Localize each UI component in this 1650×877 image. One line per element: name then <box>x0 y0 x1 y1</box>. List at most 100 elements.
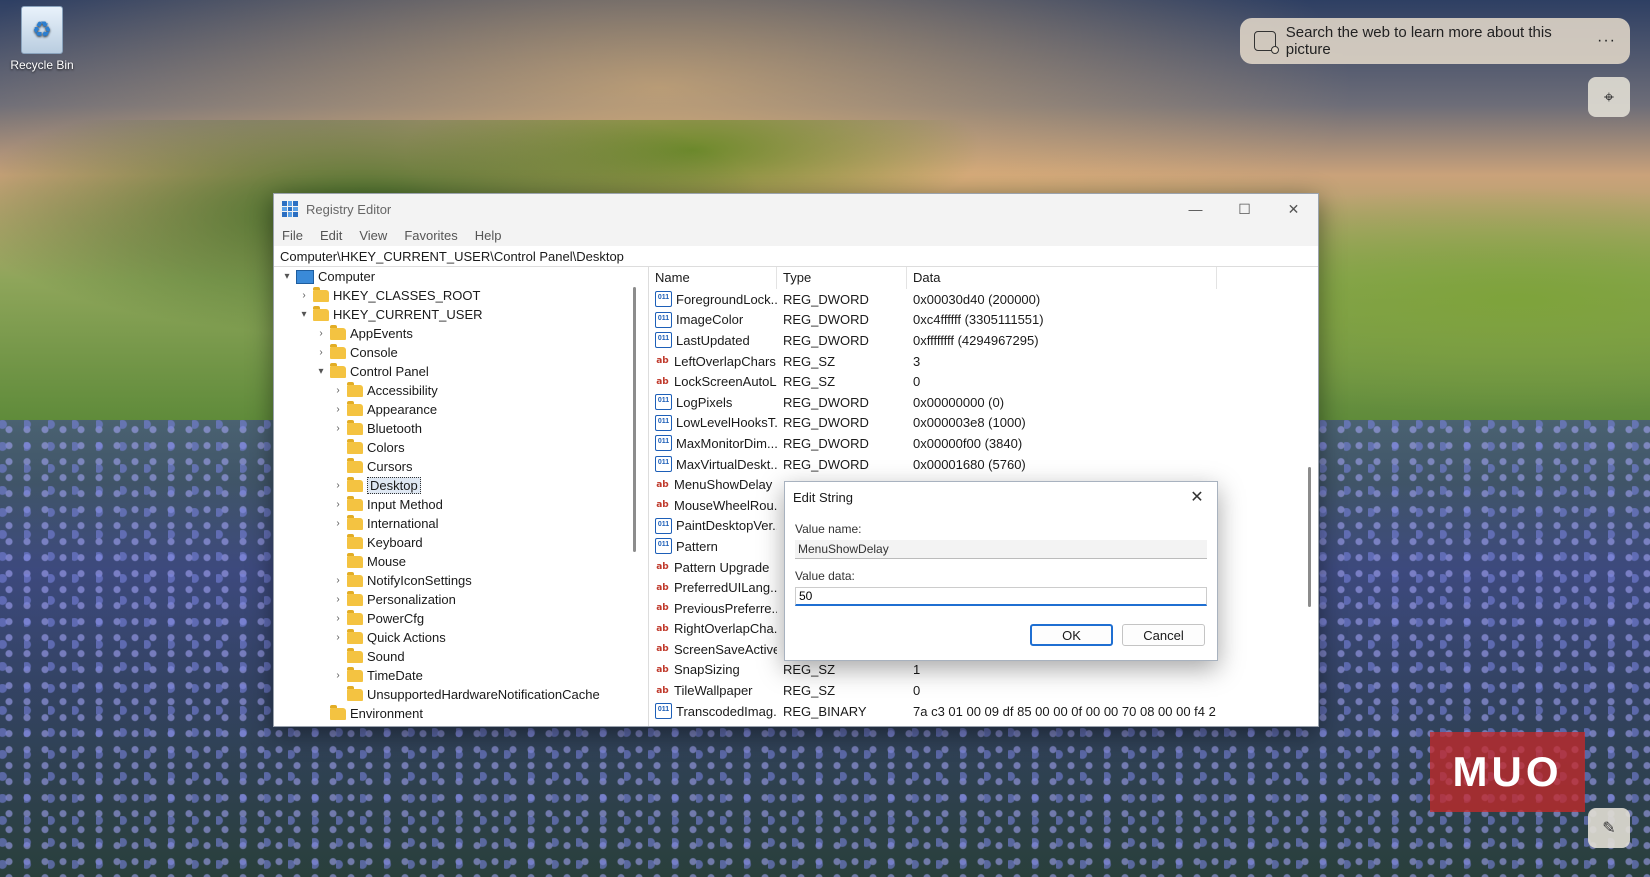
folder-icon <box>347 419 363 435</box>
value-row[interactable]: 011 MaxMonitorDim... REG_DWORD 0x00000f00 (… <box>649 433 1318 454</box>
expand-chevron-icon[interactable]: › <box>314 347 328 358</box>
recycle-bin[interactable]: ♻ Recycle Bin <box>8 6 76 72</box>
tree-item[interactable]: › AppEvents <box>274 324 648 343</box>
minimize-button[interactable]: — <box>1171 194 1220 224</box>
tree-item[interactable]: Cursors <box>274 457 648 476</box>
folder-icon <box>330 362 346 378</box>
binary-value-icon: 011 <box>655 332 672 349</box>
tree-item[interactable]: › Console <box>274 343 648 362</box>
tree-item-label: Cursors <box>367 459 413 474</box>
value-name-cell: ab TileWallpaper <box>649 683 777 698</box>
maximize-button[interactable]: ☐ <box>1220 194 1269 224</box>
tree-scrollbar[interactable] <box>633 287 636 552</box>
tree-item[interactable]: Environment <box>274 704 648 723</box>
value-type-cell: REG_DWORD <box>783 415 869 431</box>
tree-item[interactable]: ▾ Computer <box>274 267 648 286</box>
expand-chevron-icon[interactable]: ▾ <box>297 309 311 320</box>
value-name-cell: ab MenuShowDelay <box>649 477 777 492</box>
column-name[interactable]: Name <box>649 267 777 289</box>
value-data-field[interactable] <box>795 587 1207 606</box>
tree-item[interactable]: › HKEY_CLASSES_ROOT <box>274 286 648 305</box>
expand-chevron-icon[interactable]: › <box>331 632 345 643</box>
binary-value-icon: 011 <box>655 703 672 720</box>
menu-edit[interactable]: Edit <box>320 228 342 243</box>
tree-item-label: Control Panel <box>350 364 429 379</box>
value-row[interactable]: 011 TranscodedImag... REG_BINARY 7a c3 01 0… <box>649 701 1318 722</box>
expand-chevron-icon[interactable]: ▾ <box>314 366 328 377</box>
menu-view[interactable]: View <box>359 228 387 243</box>
expand-chevron-icon[interactable]: › <box>331 575 345 586</box>
expand-chevron-icon[interactable]: › <box>297 290 311 301</box>
expand-chevron-icon[interactable]: › <box>331 613 345 624</box>
expand-chevron-icon[interactable]: › <box>331 499 345 510</box>
folder-icon <box>347 400 363 416</box>
value-row[interactable]: 011 ForegroundLock... REG_DWORD 0x00030d40 … <box>649 289 1318 310</box>
tree-item[interactable]: › TimeDate <box>274 666 648 685</box>
value-row[interactable]: 011 LogPixels REG_DWORD 0x00000000 (0) <box>649 392 1318 413</box>
tree-item[interactable]: Keyboard <box>274 533 648 552</box>
tree-item[interactable]: UnsupportedHardwareNotificationCache <box>274 685 648 704</box>
spotlight-icon[interactable]: ✎ <box>1588 808 1630 848</box>
column-type[interactable]: Type <box>777 267 907 289</box>
value-name-text: PreviousPreferre... <box>674 600 777 616</box>
close-button[interactable]: ✕ <box>1269 194 1318 224</box>
tree-item[interactable]: › NotifyIconSettings <box>274 571 648 590</box>
dialog-title-bar[interactable]: Edit String ✕ <box>785 482 1217 512</box>
expand-chevron-icon[interactable]: › <box>331 518 345 529</box>
lens-icon[interactable]: ⌖ <box>1588 77 1630 117</box>
expand-chevron-icon[interactable]: › <box>331 385 345 396</box>
value-row[interactable]: 011 LowLevelHooksT... REG_DWORD 0x000003e8 … <box>649 413 1318 434</box>
menu-file[interactable]: File <box>282 228 303 243</box>
tree-item[interactable]: › Accessibility <box>274 381 648 400</box>
expand-chevron-icon[interactable]: › <box>314 328 328 339</box>
value-data-cell: 0 <box>913 683 921 699</box>
tree-item[interactable]: › International <box>274 514 648 533</box>
expand-chevron-icon[interactable]: › <box>331 404 345 415</box>
cancel-button[interactable]: Cancel <box>1122 624 1205 646</box>
tree-item-label: Bluetooth <box>367 421 422 436</box>
title-bar[interactable]: Registry Editor — ☐ ✕ <box>274 194 1318 224</box>
ok-button[interactable]: OK <box>1030 624 1113 646</box>
list-scrollbar[interactable] <box>1308 467 1311 607</box>
key-tree[interactable]: ▾ Computer › HKEY_CLASSES_ROOT ▾ HKEY_CURRENT… <box>274 267 649 726</box>
expand-chevron-icon[interactable]: › <box>331 670 345 681</box>
more-options-button[interactable]: ··· <box>1597 32 1616 50</box>
value-name-cell: 011 MaxMonitorDim... <box>649 435 777 452</box>
menu-favorites[interactable]: Favorites <box>404 228 457 243</box>
tree-item[interactable]: Colors <box>274 438 648 457</box>
expand-chevron-icon[interactable]: › <box>331 480 345 491</box>
tree-item[interactable]: › PowerCfg <box>274 609 648 628</box>
tree-item[interactable]: Sound <box>274 647 648 666</box>
value-row[interactable]: ab TileWallpaper REG_SZ 0 <box>649 680 1318 701</box>
value-row[interactable]: ab LockScreenAutoL... REG_SZ 0 <box>649 371 1318 392</box>
column-data[interactable]: Data <box>907 267 1217 289</box>
value-row[interactable]: 011 ImageColor REG_DWORD 0xc4ffffff (330511… <box>649 310 1318 331</box>
value-row[interactable]: 011 LastUpdated REG_DWORD 0xffffffff (42949… <box>649 330 1318 351</box>
value-name-field[interactable] <box>795 540 1207 559</box>
dialog-close-button[interactable]: ✕ <box>1177 487 1217 507</box>
address-bar[interactable]: Computer\HKEY_CURRENT_USER\Control Panel… <box>274 246 1318 267</box>
expand-chevron-icon[interactable]: › <box>331 594 345 605</box>
tree-item[interactable]: Mouse <box>274 552 648 571</box>
expand-chevron-icon[interactable]: › <box>331 423 345 434</box>
value-row[interactable]: 011 MaxVirtualDeskt... REG_DWORD 0x00001680… <box>649 454 1318 475</box>
tree-item[interactable]: › Bluetooth <box>274 419 648 438</box>
value-name-cell: ab LeftOverlapChars <box>649 354 777 369</box>
visual-search-pill[interactable]: Search the web to learn more about this … <box>1240 18 1630 64</box>
value-name-cell: 011 ImageColor <box>649 311 777 328</box>
tree-item[interactable]: › Input Method <box>274 495 648 514</box>
binary-value-icon: 011 <box>655 291 672 308</box>
tree-item-label: Keyboard <box>367 535 423 550</box>
tree-item[interactable]: ▾ HKEY_CURRENT_USER <box>274 305 648 324</box>
tree-item[interactable]: › Quick Actions <box>274 628 648 647</box>
value-name-cell: ab LockScreenAutoL... <box>649 374 777 389</box>
expand-chevron-icon[interactable]: ▾ <box>280 271 294 282</box>
value-row[interactable]: ab LeftOverlapChars REG_SZ 3 <box>649 351 1318 372</box>
tree-item[interactable]: › Personalization <box>274 590 648 609</box>
tree-item[interactable]: › Desktop <box>274 476 648 495</box>
tree-item[interactable]: ▾ Control Panel <box>274 362 648 381</box>
tree-item[interactable]: › Appearance <box>274 400 648 419</box>
menu-help[interactable]: Help <box>475 228 502 243</box>
value-row[interactable]: ab SnapSizing REG_SZ 1 <box>649 660 1318 681</box>
folder-icon <box>347 476 363 492</box>
